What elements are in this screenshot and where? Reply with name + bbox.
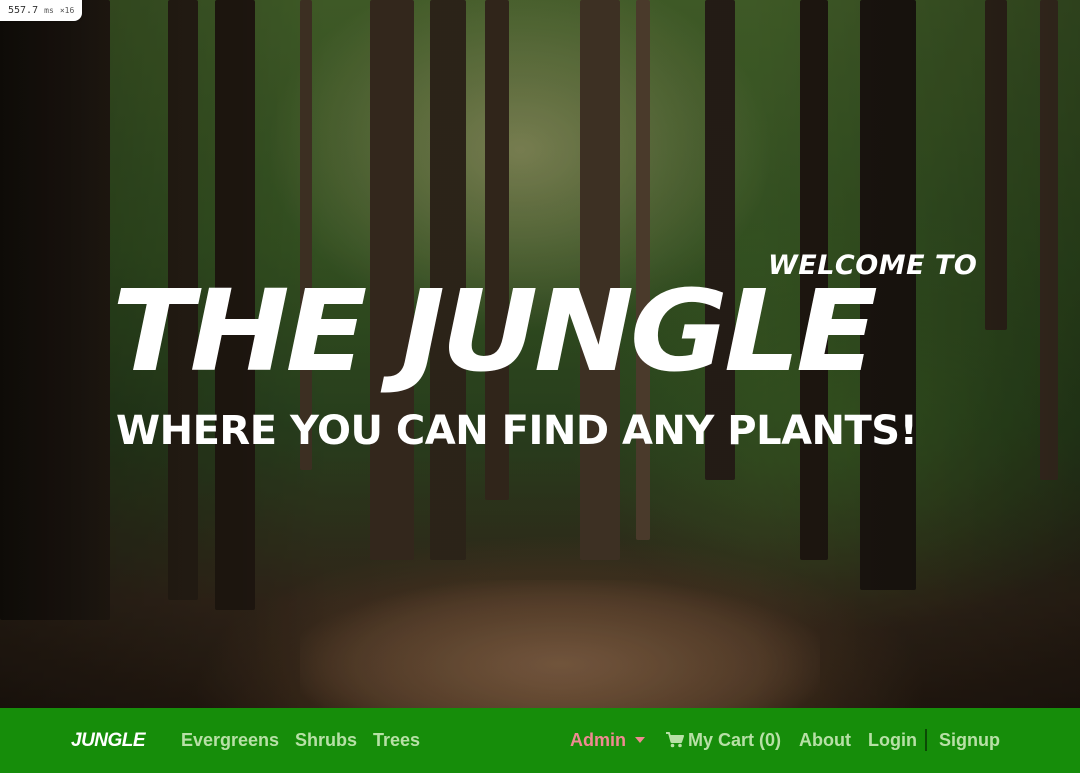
render-time-badge: 557.7 ms ×16: [0, 0, 83, 21]
shopping-cart-icon: [666, 732, 684, 748]
navbar: JUNGLE Evergreens Shrubs Trees Admin My …: [0, 708, 1080, 773]
render-time-value: 557.7: [8, 5, 39, 16]
caret-down-icon: [635, 737, 645, 743]
nav-divider: [925, 729, 927, 751]
admin-dropdown[interactable]: Admin: [570, 730, 645, 751]
nav-link-signup[interactable]: Signup: [939, 730, 1000, 751]
render-time-unit: ms: [44, 6, 54, 15]
nav-link-login[interactable]: Login: [868, 730, 917, 751]
nav-link-about[interactable]: About: [799, 730, 851, 751]
admin-label: Admin: [570, 730, 626, 750]
hero-banner: WELCOME TO THE JUNGLE WHERE YOU CAN FIND…: [0, 0, 1080, 708]
render-time-multiplier: ×16: [59, 6, 75, 15]
hero-title: THE JUNGLE: [112, 267, 878, 397]
brand-logo[interactable]: JUNGLE: [71, 730, 146, 752]
hero-tagline: WHERE YOU CAN FIND ANY PLANTS!: [116, 408, 918, 454]
cart-link[interactable]: My Cart (0): [666, 730, 781, 751]
nav-link-trees[interactable]: Trees: [373, 730, 420, 751]
nav-link-shrubs[interactable]: Shrubs: [295, 730, 357, 751]
cart-label: My Cart (0): [688, 730, 782, 750]
nav-link-evergreens[interactable]: Evergreens: [181, 730, 279, 751]
